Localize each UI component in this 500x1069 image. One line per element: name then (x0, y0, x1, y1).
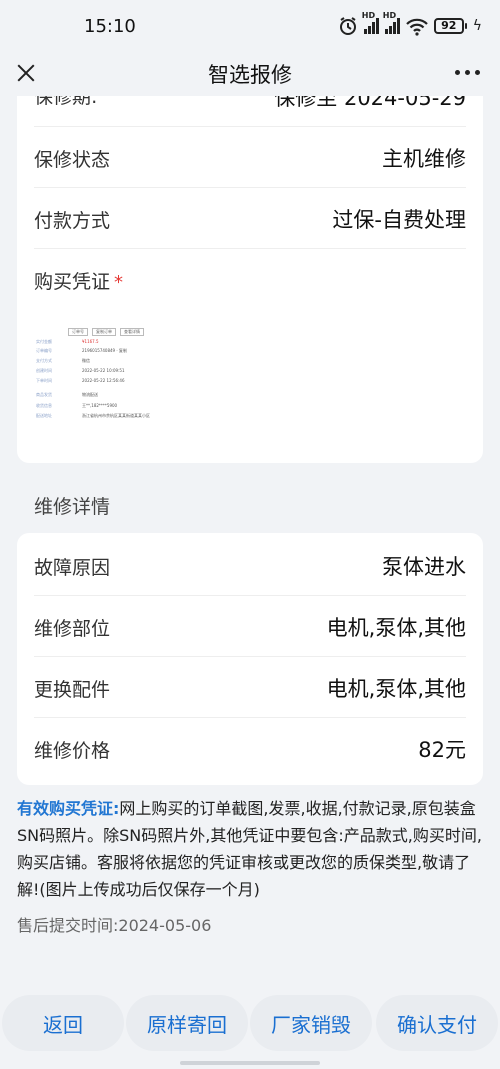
thumb-row: 订单编号 2196015740849 · 复制 (36, 348, 127, 353)
more-icon[interactable] (455, 70, 480, 75)
row-label: 维修价格 (34, 740, 111, 762)
back-button[interactable]: 返回 (2, 995, 124, 1051)
thumb-row: 收货信息 王**,182****5900 (36, 403, 118, 408)
status-time: 15:10 (84, 16, 136, 37)
wifi-icon (405, 16, 428, 36)
repair-price-row: 维修价格 82元 (34, 718, 466, 779)
thumb-row: 配送地址 浙江省杭州市余杭区某某街道某某小区 (36, 413, 150, 418)
network-type-label: HD (361, 11, 376, 20)
tips-highlight: 有效购买凭证: (17, 799, 120, 818)
row-label: 保修期: (34, 96, 98, 108)
status-icons: HD HD 92 ϟ (338, 11, 482, 36)
row-value: 82元 (418, 738, 466, 762)
network-type-label: HD (382, 11, 397, 20)
row-label: 保修状态 (34, 149, 111, 171)
thumb-row: 实付金额 ¥1167.5 (36, 339, 99, 344)
row-label: 购买凭证 * (34, 271, 124, 293)
required-mark: * (114, 272, 124, 293)
purchase-proof-thumbnail[interactable]: 订单号 复制订单 查看详情 实付金额 ¥1167.5 订单编号 2196015740… (34, 326, 154, 436)
row-label: 维修部位 (34, 618, 111, 640)
battery-icon: 92 (433, 18, 467, 34)
battery-percent: 92 (441, 19, 457, 32)
confirm-pay-button[interactable]: 确认支付 (376, 995, 498, 1051)
replaced-parts-row: 更换配件 电机,泵体,其他 (34, 657, 466, 718)
return-sample-button[interactable]: 原样寄回 (126, 995, 248, 1051)
factory-destroy-button[interactable]: 厂家销毁 (250, 995, 372, 1051)
thumb-row: 创建时间 2022-05-22 10:09:51 (36, 368, 125, 373)
repair-part-row: 维修部位 电机,泵体,其他 (34, 596, 466, 657)
row-label: 付款方式 (34, 210, 111, 232)
charging-icon: ϟ (472, 18, 482, 34)
page-title: 智选报修 (208, 63, 292, 87)
row-value: 主机维修 (382, 147, 466, 171)
nav-header: 智选报修 (0, 54, 500, 100)
home-indicator[interactable] (180, 1061, 320, 1065)
alarm-icon (338, 16, 358, 36)
row-value: 泵体进水 (382, 555, 466, 579)
submit-time: 售后提交时间:2024-05-06 (17, 916, 212, 935)
warranty-period-row: 保修期: 保修至 2024-05-29 (34, 96, 466, 127)
payment-method-row: 付款方式 过保-自费处理 (34, 188, 466, 249)
thumb-tabs: 订单号 复制订单 查看详情 (68, 328, 144, 336)
row-label: 更换配件 (34, 679, 111, 701)
signal-icon: HD (362, 11, 379, 34)
thumb-row: 商品发货 物流配送 (36, 392, 98, 397)
row-value: 过保-自费处理 (332, 208, 466, 232)
repair-details-card: 故障原因 泵体进水 维修部位 电机,泵体,其他 更换配件 电机,泵体,其他 维修… (17, 533, 483, 785)
status-bar: 15:10 HD HD 92 ϟ (0, 0, 500, 54)
repair-page: 15:10 HD HD 92 ϟ 智选报修 保修期: 保修至 2024-05-2… (0, 0, 500, 1069)
thumb-row: 下单时间 2022-05-22 12:56:46 (36, 378, 125, 383)
row-value: 电机,泵体,其他 (326, 677, 466, 701)
thumb-row: 支付方式 微信 (36, 358, 90, 363)
purchase-proof-row: 购买凭证 * (34, 249, 466, 310)
fault-reason-row: 故障原因 泵体进水 (34, 535, 466, 596)
bottom-action-bar: 返回 原样寄回 厂家销毁 确认支付 (0, 995, 500, 1051)
row-value: 电机,泵体,其他 (326, 616, 466, 640)
warranty-card: 保修期: 保修至 2024-05-29 保修状态 主机维修 付款方式 过保-自费… (17, 96, 483, 463)
section-title-repair-details: 维修详情 (34, 496, 111, 518)
signal-icon: HD (383, 11, 400, 34)
row-label: 故障原因 (34, 557, 111, 579)
purchase-proof-tips: 有效购买凭证:网上购买的订单截图,发票,收据,付款记录,原包装盒SN码照片。除S… (17, 795, 483, 903)
row-value: 保修至 2024-05-29 (274, 96, 466, 110)
warranty-status-row: 保修状态 主机维修 (34, 127, 466, 188)
